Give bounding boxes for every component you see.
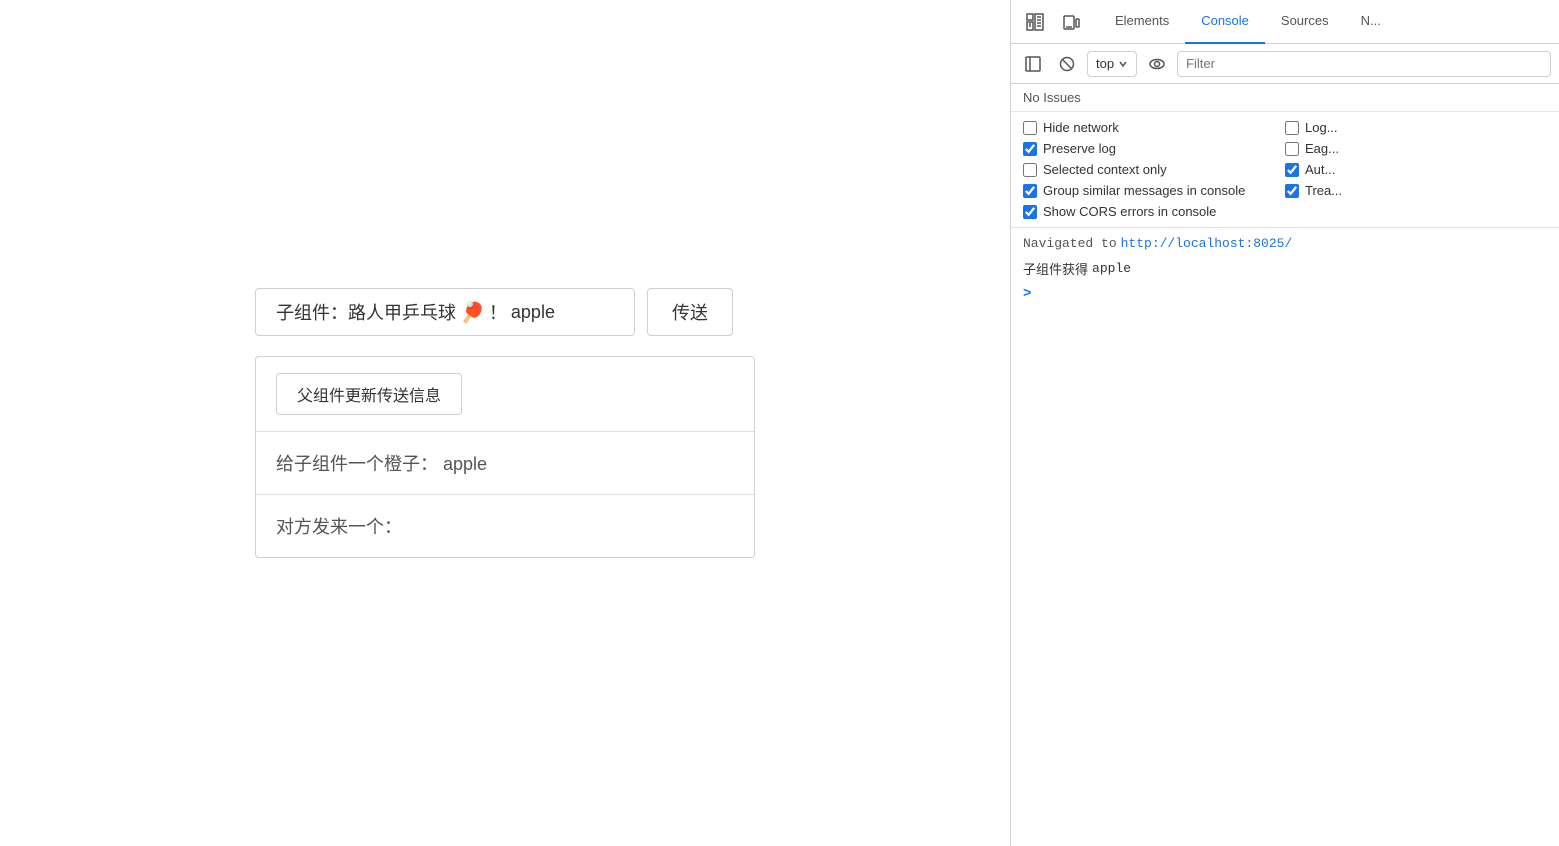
devtools-secondary-toolbar: top bbox=[1011, 44, 1559, 84]
top-dropdown-label: top bbox=[1096, 56, 1114, 71]
orange-label: 给子组件一个橙子： bbox=[276, 454, 438, 474]
log-checkbox[interactable] bbox=[1285, 121, 1299, 135]
filter-input[interactable] bbox=[1177, 51, 1551, 77]
separator: ！ bbox=[489, 299, 507, 325]
orange-row: 给子组件一个橙子： apple bbox=[256, 432, 754, 495]
parent-update-btn-row: 父组件更新传送信息 bbox=[256, 357, 754, 432]
tab-more[interactable]: N... bbox=[1345, 0, 1397, 44]
selected-context-option: Selected context only bbox=[1023, 162, 1285, 177]
prompt-chevron-icon: > bbox=[1023, 286, 1031, 302]
send-button[interactable]: 传送 bbox=[647, 288, 733, 336]
console-navigated-entry: Navigated to http://localhost:8025/ bbox=[1011, 232, 1559, 255]
auto-checkbox[interactable] bbox=[1285, 163, 1299, 177]
devtools-panel: Elements Console Sources N... bbox=[1010, 0, 1559, 846]
no-issues-text: No Issues bbox=[1023, 90, 1081, 105]
group-similar-option: Group similar messages in console bbox=[1023, 183, 1285, 198]
options-row-5: Show CORS errors in console bbox=[1023, 204, 1547, 219]
log-prefix: 子组件获得 bbox=[1023, 259, 1088, 278]
options-panel: Hide network Log... Preserve log bbox=[1011, 112, 1559, 228]
preserve-log-checkbox[interactable] bbox=[1023, 142, 1037, 156]
navigated-text: Navigated to bbox=[1023, 236, 1117, 251]
selected-context-checkbox[interactable] bbox=[1023, 163, 1037, 177]
ping-pong-icon: 🏓 bbox=[460, 300, 485, 325]
app-content: 子组件：路人甲乒乓球 🏓 ！ apple 传送 父组件更新传送信息 给子组件一个… bbox=[255, 288, 755, 558]
treat-option: Trea... bbox=[1285, 183, 1547, 198]
inspect-element-icon[interactable] bbox=[1019, 6, 1051, 38]
devtools-toolbar: Elements Console Sources N... bbox=[1011, 0, 1559, 44]
auto-option: Aut... bbox=[1285, 162, 1547, 177]
auto-label[interactable]: Aut... bbox=[1285, 162, 1335, 177]
log-option: Log... bbox=[1285, 120, 1547, 135]
eager-option: Eag... bbox=[1285, 141, 1547, 156]
parent-update-button[interactable]: 父组件更新传送信息 bbox=[276, 373, 462, 415]
group-similar-checkbox[interactable] bbox=[1023, 184, 1037, 198]
tab-elements[interactable]: Elements bbox=[1099, 0, 1185, 44]
show-cors-checkbox[interactable] bbox=[1023, 205, 1037, 219]
options-row-2: Preserve log Eag... bbox=[1023, 141, 1547, 156]
preserve-log-label[interactable]: Preserve log bbox=[1023, 141, 1285, 156]
treat-checkbox[interactable] bbox=[1285, 184, 1299, 198]
console-log-entry-1: 子组件获得 apple bbox=[1011, 255, 1559, 282]
hide-network-label[interactable]: Hide network bbox=[1023, 120, 1285, 135]
log-label[interactable]: Log... bbox=[1285, 120, 1338, 135]
tab-sources[interactable]: Sources bbox=[1265, 0, 1345, 44]
selected-context-label[interactable]: Selected context only bbox=[1023, 162, 1285, 177]
preserve-log-option: Preserve log bbox=[1023, 141, 1285, 156]
options-row-3: Selected context only Aut... bbox=[1023, 162, 1547, 177]
devtools-tabs: Elements Console Sources N... bbox=[1099, 0, 1397, 44]
parent-component-box: 父组件更新传送信息 给子组件一个橙子： apple 对方发来一个： bbox=[255, 356, 755, 558]
main-panel: 子组件：路人甲乒乓球 🏓 ！ apple 传送 父组件更新传送信息 给子组件一个… bbox=[0, 0, 1010, 846]
hide-network-option: Hide network bbox=[1023, 120, 1285, 135]
child-value: apple bbox=[511, 302, 555, 323]
eye-icon[interactable] bbox=[1143, 50, 1171, 78]
tab-console[interactable]: Console bbox=[1185, 0, 1265, 44]
clear-console-icon[interactable] bbox=[1053, 50, 1081, 78]
child-component-row: 子组件：路人甲乒乓球 🏓 ！ apple 传送 bbox=[255, 288, 733, 336]
log-value: apple bbox=[1092, 261, 1131, 276]
from-peer-label: 对方发来一个： bbox=[276, 517, 402, 537]
options-row-4: Group similar messages in console Trea..… bbox=[1023, 183, 1547, 198]
top-context-dropdown[interactable]: top bbox=[1087, 51, 1137, 77]
navigated-url[interactable]: http://localhost:8025/ bbox=[1121, 236, 1293, 251]
orange-value: apple bbox=[443, 454, 487, 474]
device-toolbar-icon[interactable] bbox=[1055, 6, 1087, 38]
issues-bar: No Issues bbox=[1011, 84, 1559, 112]
options-row-1: Hide network Log... bbox=[1023, 120, 1547, 135]
console-prompt-row[interactable]: > bbox=[1011, 282, 1559, 306]
group-similar-label[interactable]: Group similar messages in console bbox=[1023, 183, 1285, 198]
child-label: 子组件：路人甲乒乓球 bbox=[276, 299, 456, 325]
eager-checkbox[interactable] bbox=[1285, 142, 1299, 156]
hide-network-checkbox[interactable] bbox=[1023, 121, 1037, 135]
eager-label[interactable]: Eag... bbox=[1285, 141, 1339, 156]
console-output: Navigated to http://localhost:8025/ 子组件获… bbox=[1011, 228, 1559, 846]
show-cors-label[interactable]: Show CORS errors in console bbox=[1023, 204, 1216, 219]
sidebar-toggle-icon[interactable] bbox=[1019, 50, 1047, 78]
chevron-down-icon bbox=[1118, 59, 1128, 69]
from-peer-row: 对方发来一个： bbox=[256, 495, 754, 557]
treat-label[interactable]: Trea... bbox=[1285, 183, 1342, 198]
child-text-display: 子组件：路人甲乒乓球 🏓 ！ apple bbox=[255, 288, 635, 336]
